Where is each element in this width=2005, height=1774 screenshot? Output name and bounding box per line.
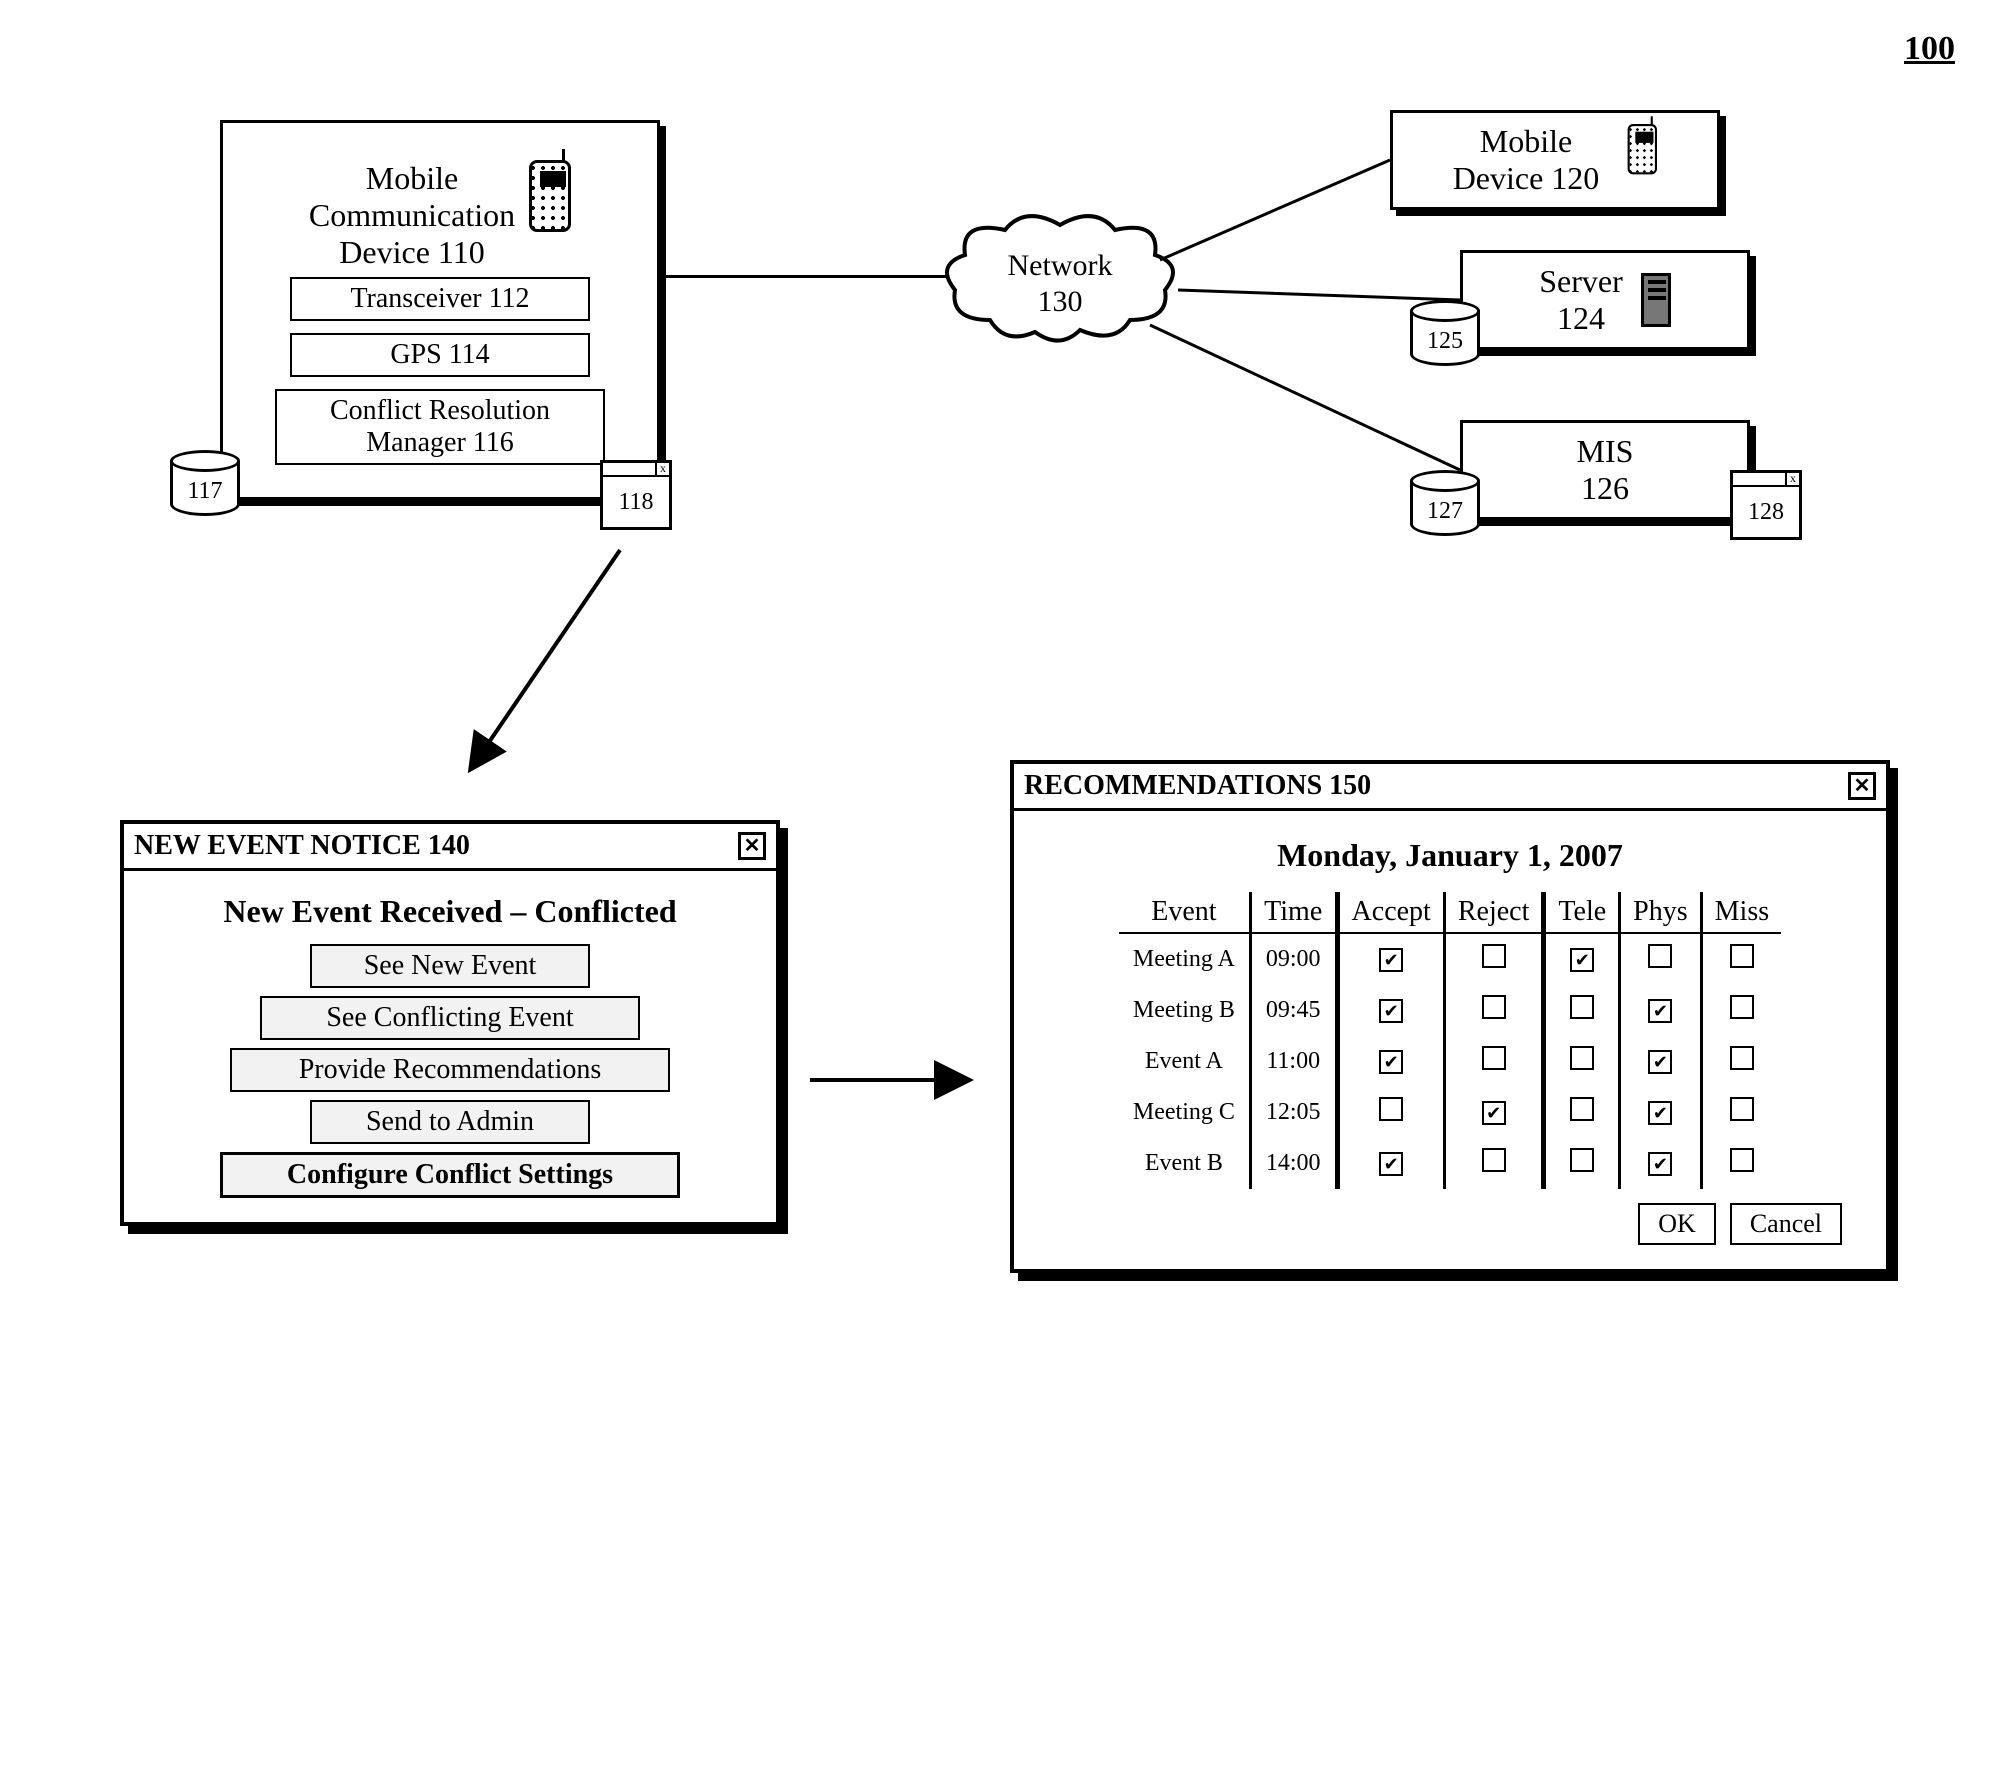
db-127-label: 127 [1410, 498, 1480, 525]
dialog-150-title: RECOMMENDATIONS 150 [1024, 770, 1371, 802]
mis-126-l2: 126 [1581, 470, 1629, 507]
phone-icon [1628, 124, 1657, 174]
see-conflicting-event-button[interactable]: See Conflicting Event [260, 996, 640, 1040]
cell: Meeting C [1119, 1087, 1251, 1138]
checkbox[interactable] [1570, 1046, 1594, 1070]
gps-114-box: GPS 114 [290, 333, 590, 377]
recommendations-dialog: RECOMMENDATIONS 150 ✕ Monday, January 1,… [1010, 760, 1890, 1273]
configure-conflict-settings-button[interactable]: Configure Conflict Settings [220, 1152, 680, 1198]
figure-number: 100 [1904, 30, 1955, 68]
dialog-150-date: Monday, January 1, 2007 [1034, 837, 1866, 874]
close-icon[interactable]: ✕ [1848, 772, 1876, 800]
checkbox[interactable]: ✔ [1648, 1101, 1672, 1125]
col-tele: Tele [1544, 892, 1620, 933]
window-118-icon: x 118 [600, 460, 672, 530]
col-phys: Phys [1620, 892, 1701, 933]
server-124-l2: 124 [1539, 300, 1623, 337]
col-time: Time [1250, 892, 1337, 933]
new-event-notice-dialog: NEW EVENT NOTICE 140 ✕ New Event Receive… [120, 820, 780, 1226]
checkbox[interactable]: ✔ [1379, 948, 1403, 972]
database-127-icon: 127 [1410, 470, 1480, 540]
checkbox[interactable]: ✔ [1570, 948, 1594, 972]
transceiver-112-box: Transceiver 112 [290, 277, 590, 321]
device-110-title-l1: Mobile [309, 160, 515, 197]
checkbox[interactable] [1730, 1046, 1754, 1070]
col-event: Event [1119, 892, 1251, 933]
database-117-icon: 117 [170, 450, 240, 520]
col-reject: Reject [1444, 892, 1544, 933]
checkbox[interactable]: ✔ [1379, 999, 1403, 1023]
see-new-event-button[interactable]: See New Event [310, 944, 590, 988]
checkbox[interactable] [1570, 995, 1594, 1019]
checkbox[interactable]: ✔ [1379, 1050, 1403, 1074]
mobile-comm-device-110-box: Mobile Communication Device 110 Transcei… [220, 120, 660, 500]
checkbox[interactable] [1648, 944, 1672, 968]
cell: 14:00 [1250, 1138, 1337, 1189]
checkbox[interactable] [1482, 1148, 1506, 1172]
device-110-title-l3: Device 110 [309, 234, 515, 271]
checkbox[interactable]: ✔ [1379, 1152, 1403, 1176]
table-row: Event A11:00 ✔ ✔ [1119, 1036, 1781, 1087]
cell: 12:05 [1250, 1087, 1337, 1138]
server-icon [1641, 273, 1671, 327]
mis-126-box: MIS 126 [1460, 420, 1750, 520]
provide-recommendations-button[interactable]: Provide Recommendations [230, 1048, 670, 1092]
checkbox[interactable] [1730, 1097, 1754, 1121]
cell: Meeting B [1119, 985, 1251, 1036]
database-125-icon: 125 [1410, 300, 1480, 370]
window-128-icon: x 128 [1730, 470, 1802, 540]
table-row: Meeting A09:00 ✔ ✔ [1119, 933, 1781, 985]
crm-116-box: Conflict Resolution Manager 116 [275, 389, 605, 465]
server-124-box: Server 124 [1460, 250, 1750, 350]
table-row: Event B14:00 ✔ ✔ [1119, 1138, 1781, 1189]
checkbox[interactable] [1730, 944, 1754, 968]
arrow-118-to-140 [420, 540, 660, 800]
phone-icon [529, 160, 571, 232]
mis-126-l1: MIS [1577, 433, 1634, 470]
checkbox[interactable] [1379, 1097, 1403, 1121]
dialog-140-header: New Event Received – Conflicted [144, 893, 756, 930]
checkbox[interactable] [1730, 1148, 1754, 1172]
arrow-140-to-150 [810, 1050, 990, 1110]
close-icon[interactable]: ✕ [738, 832, 766, 860]
send-to-admin-button[interactable]: Send to Admin [310, 1100, 590, 1144]
win-118-label: 118 [603, 477, 669, 516]
cell: Event B [1119, 1138, 1251, 1189]
device-110-title-l2: Communication [309, 197, 515, 234]
checkbox[interactable] [1482, 944, 1506, 968]
recommendations-table: Event Time Accept Reject Tele Phys Miss … [1119, 892, 1781, 1189]
db-117-label: 117 [170, 478, 240, 505]
ok-button[interactable]: OK [1638, 1203, 1716, 1245]
cell: 09:00 [1250, 933, 1337, 985]
checkbox[interactable] [1730, 995, 1754, 1019]
checkbox[interactable] [1570, 1097, 1594, 1121]
crm-line1: Conflict Resolution [293, 395, 587, 427]
db-125-label: 125 [1410, 328, 1480, 355]
checkbox[interactable] [1570, 1148, 1594, 1172]
checkbox[interactable]: ✔ [1648, 999, 1672, 1023]
checkbox[interactable] [1482, 1046, 1506, 1070]
col-miss: Miss [1701, 892, 1781, 933]
checkbox[interactable]: ✔ [1482, 1101, 1506, 1125]
checkbox[interactable]: ✔ [1648, 1050, 1672, 1074]
cell: 09:45 [1250, 985, 1337, 1036]
connector-line [666, 275, 948, 278]
checkbox[interactable]: ✔ [1648, 1152, 1672, 1176]
win-128-label: 128 [1733, 487, 1799, 526]
cell: 11:00 [1250, 1036, 1337, 1087]
table-row: Meeting C12:05 ✔ ✔ [1119, 1087, 1781, 1138]
cell: Meeting A [1119, 933, 1251, 985]
cell: Event A [1119, 1036, 1251, 1087]
col-accept: Accept [1337, 892, 1444, 933]
dialog-140-title: NEW EVENT NOTICE 140 [134, 830, 470, 862]
table-row: Meeting B09:45 ✔ ✔ [1119, 985, 1781, 1036]
cancel-button[interactable]: Cancel [1730, 1203, 1842, 1245]
server-124-l1: Server [1539, 263, 1623, 300]
crm-line2: Manager 116 [293, 427, 587, 459]
checkbox[interactable] [1482, 995, 1506, 1019]
